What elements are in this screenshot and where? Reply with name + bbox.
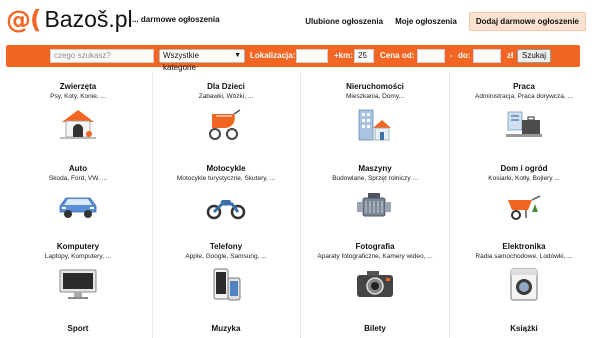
category-subtitle: Škoda, Ford, VW, ...: [48, 175, 108, 182]
office-desk-icon[interactable]: [502, 106, 546, 142]
category-title[interactable]: Sport: [3, 324, 153, 333]
category-nieruchomosci[interactable]: Nieruchomości Mieszkania, Domy...: [300, 82, 450, 142]
site-header: @( Bazoš.pl ... darmowe ogłoszenia Ulubi…: [0, 0, 600, 40]
category-subtitle: Administracja, Praca dorywcza, ...: [475, 93, 573, 100]
category-subtitle: Motocykle turystyczne, Skutery, ...: [176, 175, 276, 182]
category-dla-dzieci[interactable]: Dla Dzieci Zabawki, Wózki, ...: [151, 82, 301, 142]
phones-icon[interactable]: [204, 266, 248, 302]
category-subtitle: Kosiarki, Kotły, Bojlery ...: [488, 175, 560, 182]
location-label: Lokalizacja:: [250, 51, 296, 60]
category-ksiazki[interactable]: Książki: [449, 324, 599, 333]
wheelbarrow-icon[interactable]: [502, 188, 546, 224]
engine-icon[interactable]: [353, 188, 397, 224]
category-subtitle: Aparaty fotograficzne, Kamery wideo, ...: [317, 253, 433, 260]
category-title[interactable]: Dom i ogród: [449, 164, 599, 173]
price-label: Cena: [380, 51, 400, 60]
category-maszyny[interactable]: Maszyny Budowlane, Sprzęt rolniczy ...: [300, 164, 450, 224]
category-praca[interactable]: Praca Administracja, Praca dorywcza, ...: [449, 82, 599, 142]
category-title[interactable]: Książki: [449, 324, 599, 333]
favorites-link[interactable]: Ulubione ogłoszenia: [305, 17, 383, 26]
category-auto[interactable]: Auto Škoda, Ford, VW, ...: [3, 164, 153, 224]
doghouse-icon[interactable]: [56, 106, 100, 142]
category-title[interactable]: Fotografia: [300, 242, 450, 251]
location-input[interactable]: [296, 49, 328, 63]
search-button[interactable]: Szukaj: [517, 49, 551, 63]
km-label: +km:: [334, 51, 353, 60]
category-muzyka[interactable]: Muzyka: [151, 324, 301, 333]
category-title[interactable]: Komputery: [3, 242, 153, 251]
category-subtitle: Budowlane, Sprzęt rolniczy ...: [332, 175, 418, 182]
price-from-input[interactable]: [417, 49, 445, 63]
search-input[interactable]: czego szukasz?: [50, 49, 154, 63]
category-title[interactable]: Motocykle: [151, 164, 301, 173]
category-select-value: Wszystkie kategorie: [163, 51, 199, 72]
motorcycle-icon[interactable]: [204, 188, 248, 224]
chevron-down-icon: ▼: [234, 52, 241, 59]
category-title[interactable]: Muzyka: [151, 324, 301, 333]
search-bar: czego szukasz? Wszystkie kategorie ▼ Lok…: [6, 45, 580, 72]
km-input[interactable]: 25: [354, 49, 374, 63]
category-title[interactable]: Zwierzęta: [3, 82, 153, 91]
category-title[interactable]: Maszyny: [300, 164, 450, 173]
category-subtitle: Mieszkania, Domy...: [345, 93, 405, 100]
category-title[interactable]: Telefony: [151, 242, 301, 251]
washing-machine-icon[interactable]: [502, 266, 546, 302]
site-tagline: ... darmowe ogłoszenia: [132, 15, 220, 24]
category-subtitle: Radia samochodowe, Lodówki, ...: [475, 253, 573, 260]
camera-icon[interactable]: [353, 266, 397, 302]
category-komputery[interactable]: Komputery Laptopy, Komputery, ...: [3, 242, 153, 302]
price-to-input[interactable]: [473, 49, 501, 63]
logo-wordmark: Bazoš.pl: [44, 5, 133, 32]
price-to-label: do:: [458, 51, 471, 60]
monitor-icon[interactable]: [56, 266, 100, 302]
category-title[interactable]: Nieruchomości: [300, 82, 450, 91]
category-title[interactable]: Dla Dzieci: [151, 82, 301, 91]
category-dom-i-ogrod[interactable]: Dom i ogród Kosiarki, Kotły, Bojlery ...: [449, 164, 599, 224]
category-subtitle: Zabawki, Wózki, ...: [198, 93, 254, 100]
buildings-icon[interactable]: [353, 106, 397, 142]
category-subtitle: Psy, Koty, Konie, ...: [50, 93, 106, 100]
category-title[interactable]: Bilety: [300, 324, 450, 333]
car-icon[interactable]: [56, 188, 100, 224]
category-motocykle[interactable]: Motocykle Motocykle turystyczne, Skutery…: [151, 164, 301, 224]
category-title[interactable]: Elektronika: [449, 242, 599, 251]
category-title[interactable]: Praca: [449, 82, 599, 91]
category-select[interactable]: Wszystkie kategorie ▼: [159, 49, 245, 72]
my-ads-link[interactable]: Moje ogłoszenia: [395, 17, 457, 26]
category-zwierzeta[interactable]: Zwierzęta Psy, Koty, Konie, ...: [3, 82, 153, 142]
category-subtitle: Laptopy, Komputery, ...: [44, 253, 112, 260]
logo-at-mark: @(: [6, 4, 41, 34]
add-free-ad-button[interactable]: Dodaj darmowe ogłoszenie: [468, 12, 586, 31]
category-bilety[interactable]: Bilety: [300, 324, 450, 333]
category-elektronika[interactable]: Elektronika Radia samochodowe, Lodówki, …: [449, 242, 599, 302]
category-title[interactable]: Auto: [3, 164, 153, 173]
category-subtitle: Apple, Google, Samsung, ...: [185, 253, 267, 260]
category-fotografia[interactable]: Fotografia Aparaty fotograficzne, Kamery…: [300, 242, 450, 302]
site-logo[interactable]: @( Bazoš.pl: [6, 4, 133, 34]
baby-stroller-icon[interactable]: [204, 106, 248, 142]
price-from-label: od:: [402, 51, 415, 60]
category-sport[interactable]: Sport: [3, 324, 153, 333]
top-navigation: Ulubione ogłoszenia Moje ogłoszenia Doda…: [293, 12, 586, 31]
category-telefony[interactable]: Telefony Apple, Google, Samsung, ...: [151, 242, 301, 302]
category-grid: Zwierzęta Psy, Koty, Konie, ... Dla Dzie…: [0, 73, 600, 338]
price-separator: -: [450, 51, 453, 60]
currency-label: zł: [507, 51, 514, 60]
